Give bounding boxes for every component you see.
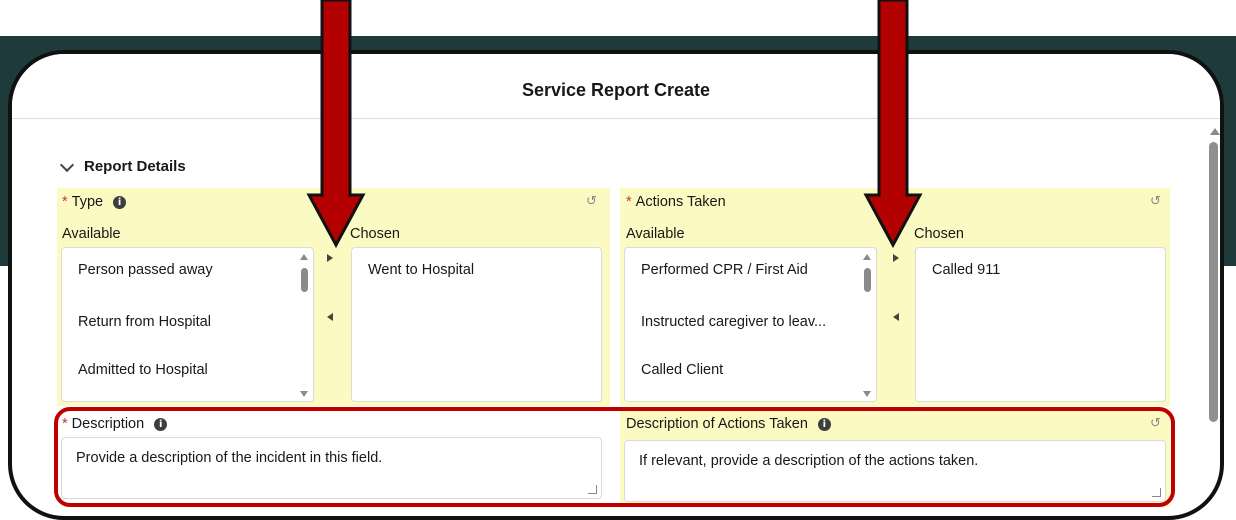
annotation-arrow-left <box>306 0 366 249</box>
section-toggle-report-details[interactable]: Report Details <box>59 157 186 175</box>
scroll-up-icon[interactable] <box>1210 128 1220 135</box>
annotation-highlight-box <box>54 407 1175 507</box>
annotation-arrow-right <box>863 0 923 249</box>
scroll-thumb[interactable] <box>1209 142 1218 422</box>
list-item[interactable]: Instructed caregiver to leav... <box>641 314 826 330</box>
undo-icon[interactable]: ↺ <box>1150 194 1161 209</box>
move-left-button[interactable] <box>327 313 333 321</box>
list-item[interactable]: Went to Hospital <box>368 262 474 278</box>
section-title: Report Details <box>84 158 186 175</box>
list-item[interactable]: Performed CPR / First Aid <box>641 262 808 278</box>
info-icon: i <box>113 195 127 209</box>
type-available-list[interactable]: Person passed away Return from Hospital … <box>61 247 314 402</box>
modal-header: Service Report Create <box>12 54 1220 119</box>
list-item[interactable]: Person passed away <box>78 262 213 278</box>
move-left-button[interactable] <box>893 313 899 321</box>
list-item[interactable]: Return from Hospital <box>78 314 211 330</box>
modal-scrollbar[interactable] <box>1208 124 1220 516</box>
undo-icon[interactable]: ↺ <box>586 194 597 209</box>
list-item[interactable]: Called 911 <box>932 262 1000 278</box>
chevron-down-icon <box>59 157 75 172</box>
list-scroll-thumb[interactable] <box>864 268 871 292</box>
list-item[interactable]: Admitted to Hospital <box>78 362 208 378</box>
move-right-button[interactable] <box>327 254 333 262</box>
actions-chosen-list[interactable]: Called 911 <box>915 247 1166 402</box>
scroll-down-icon[interactable] <box>863 391 871 397</box>
list-item[interactable]: Called Client <box>641 362 723 378</box>
scroll-down-icon[interactable] <box>300 391 308 397</box>
type-chosen-list[interactable]: Went to Hospital <box>351 247 602 402</box>
list-scroll-thumb[interactable] <box>301 268 308 292</box>
scroll-up-icon[interactable] <box>300 254 308 260</box>
scroll-up-icon[interactable] <box>863 254 871 260</box>
type-available-label: Available <box>62 226 121 242</box>
actions-taken-label: * Actions Taken <box>626 194 726 210</box>
move-right-button[interactable] <box>893 254 899 262</box>
actions-available-label: Available <box>626 226 685 242</box>
type-label: * Type i <box>62 194 127 210</box>
actions-available-list[interactable]: Performed CPR / First Aid Instructed car… <box>624 247 877 402</box>
modal-title: Service Report Create <box>521 80 711 100</box>
